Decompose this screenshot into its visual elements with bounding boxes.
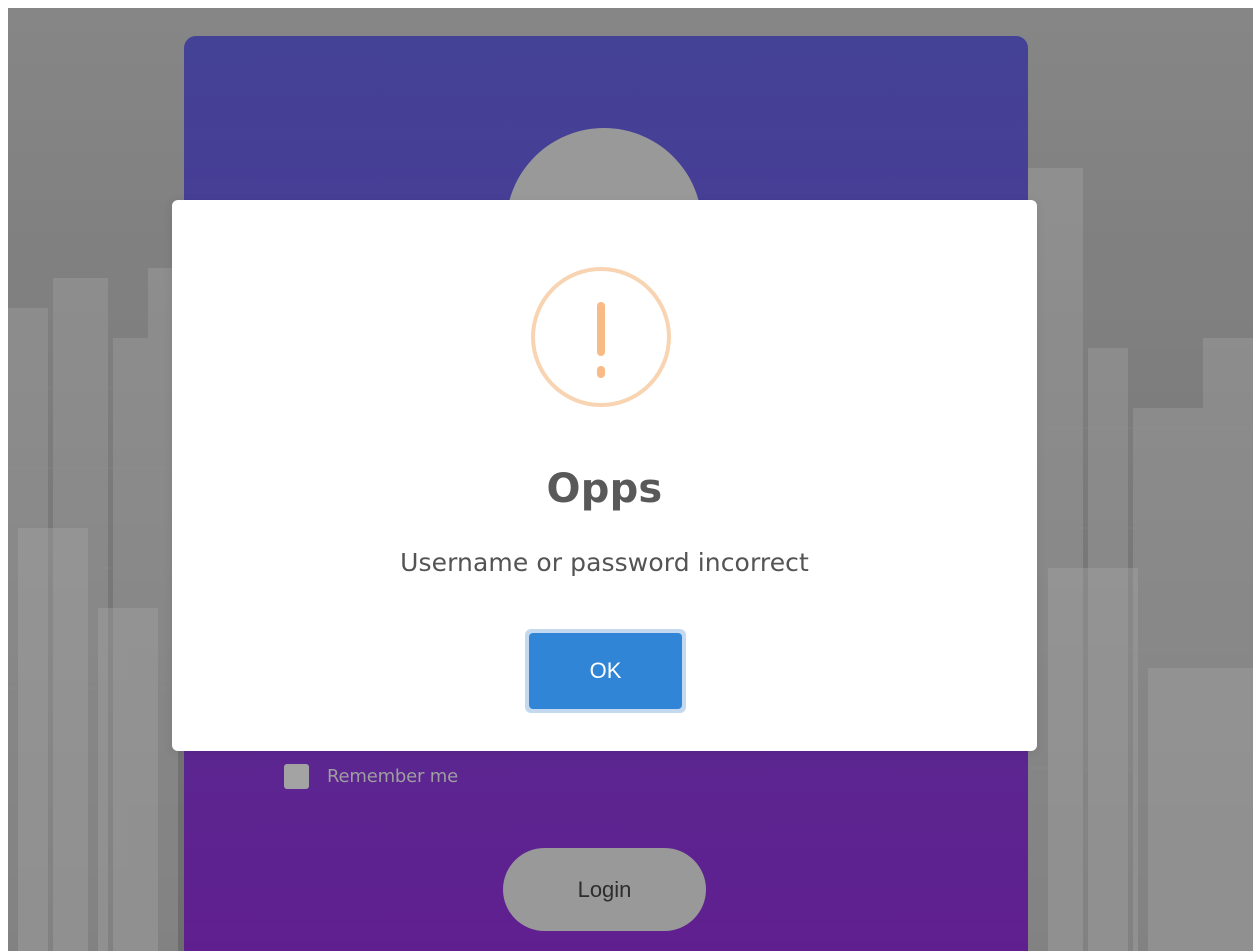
error-dialog: Opps Username or password incorrect OK bbox=[172, 200, 1037, 751]
ok-button[interactable]: OK bbox=[529, 633, 682, 709]
dialog-title: Opps bbox=[546, 466, 663, 512]
remember-me-label: Remember me bbox=[327, 765, 458, 787]
login-button[interactable]: Login bbox=[503, 848, 706, 931]
remember-me-checkbox[interactable] bbox=[284, 763, 309, 789]
remember-me-row[interactable]: Remember me bbox=[284, 763, 458, 789]
dialog-message: Username or password incorrect bbox=[400, 548, 809, 577]
warning-icon bbox=[531, 267, 671, 407]
